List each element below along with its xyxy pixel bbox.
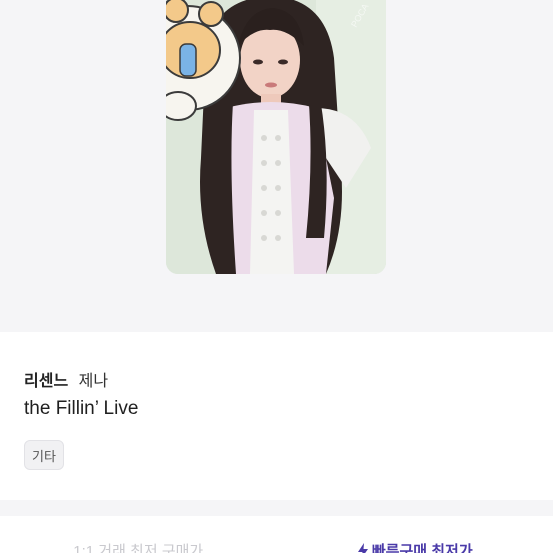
section-divider	[0, 500, 553, 516]
member-name: 제나	[78, 373, 109, 390]
category-tag[interactable]: 기타	[24, 440, 64, 470]
photocard-illustration: POCA	[166, 0, 386, 274]
tab-one-to-one-label: 1:1 거래 최저 구매가	[73, 543, 204, 553]
group-name[interactable]: 리센느	[24, 373, 68, 390]
photocard-image[interactable]: POCA	[166, 0, 386, 274]
artist-line: 리센느 제나	[24, 367, 108, 391]
price-tabs: 1:1 거래 최저 구매가 빠른구매 최저가	[0, 516, 553, 553]
product-image-area: POCA	[0, 0, 553, 332]
tab-one-to-one-lowest[interactable]: 1:1 거래 최저 구매가	[0, 516, 277, 553]
tab-quick-buy-lowest[interactable]: 빠른구매 최저가	[277, 516, 553, 553]
product-page: POCA 리센느 제나 the Fillin’ Live 기타 1:1 거래 최…	[0, 0, 553, 553]
tab-quick-buy-label: 빠른구매 최저가	[371, 543, 473, 553]
album-title: the Fillin’ Live	[24, 398, 139, 419]
lightning-bolt-icon	[357, 542, 368, 553]
